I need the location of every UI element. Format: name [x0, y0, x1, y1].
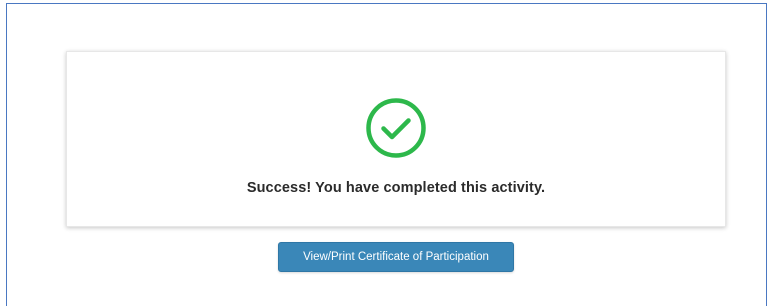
view-print-certificate-button[interactable]: View/Print Certificate of Participation	[278, 242, 514, 272]
success-message: Success! You have completed this activit…	[246, 180, 546, 196]
content-frame: Success! You have completed this activit…	[6, 3, 767, 306]
completion-card: Success! You have completed this activit…	[66, 51, 726, 227]
check-circle-icon	[366, 98, 426, 158]
